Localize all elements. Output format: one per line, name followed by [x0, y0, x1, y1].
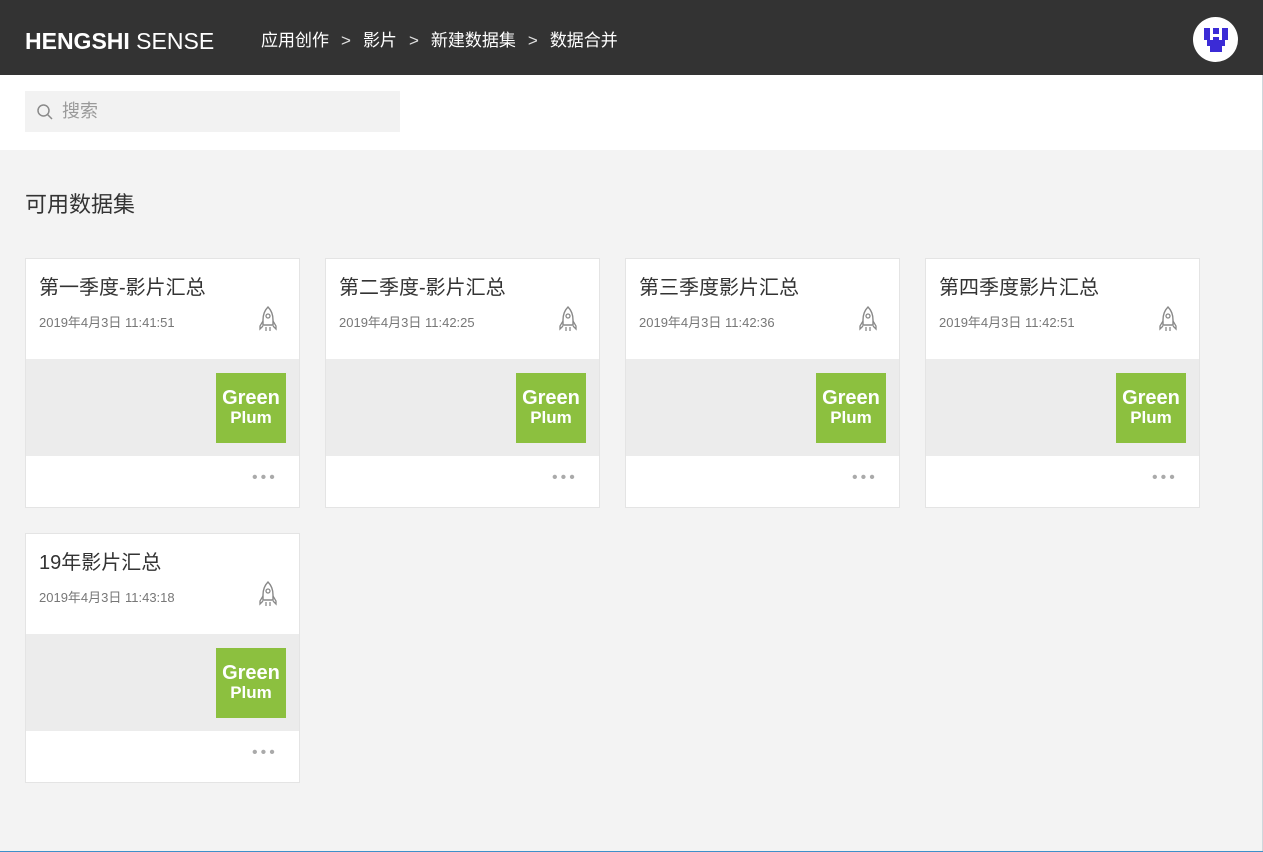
card-title: 第一季度-影片汇总: [39, 277, 206, 299]
more-options-icon[interactable]: •••: [1152, 470, 1184, 486]
breadcrumb: 应用创作 > 影片 > 新建数据集 > 数据合并: [261, 31, 618, 51]
card-header: 第三季度影片汇总 2019年4月3日 11:42:36: [626, 259, 899, 359]
greenplum-logo: Green Plum: [216, 373, 286, 443]
breadcrumb-item-movies[interactable]: 影片: [363, 31, 397, 51]
card-body: Green Plum: [26, 634, 299, 731]
card-title: 第二季度-影片汇总: [339, 277, 506, 299]
card-header: 第四季度影片汇总 2019年4月3日 11:42:51: [926, 259, 1199, 359]
card-title: 第三季度影片汇总: [639, 277, 799, 299]
logo-line2: Plum: [230, 408, 272, 427]
card-body: Green Plum: [26, 359, 299, 456]
more-options-icon[interactable]: •••: [252, 470, 284, 486]
rocket-icon[interactable]: [857, 305, 879, 333]
card-footer: •••: [926, 456, 1199, 507]
dataset-card[interactable]: 第二季度-影片汇总 2019年4月3日 11:42:25 Green Plum …: [325, 258, 600, 508]
more-options-icon[interactable]: •••: [852, 470, 884, 486]
dataset-card[interactable]: 第三季度影片汇总 2019年4月3日 11:42:36 Green Plum •…: [625, 258, 900, 508]
card-footer: •••: [326, 456, 599, 507]
greenplum-logo: Green Plum: [816, 373, 886, 443]
breadcrumb-item-new-dataset[interactable]: 新建数据集: [431, 31, 516, 51]
card-timestamp: 2019年4月3日 11:41:51: [39, 315, 175, 330]
section-title: 可用数据集: [25, 192, 136, 217]
card-body: Green Plum: [326, 359, 599, 456]
user-avatar-icon: [1203, 27, 1228, 52]
card-footer: •••: [26, 456, 299, 507]
user-avatar[interactable]: [1193, 17, 1238, 62]
logo-line1: Green: [522, 387, 580, 409]
breadcrumb-item-data-merge: 数据合并: [549, 31, 618, 50]
search-input[interactable]: [62, 101, 382, 122]
breadcrumb-item-app-create[interactable]: 应用创作: [261, 31, 329, 51]
more-options-icon[interactable]: •••: [552, 470, 584, 486]
card-body: Green Plum: [926, 359, 1199, 456]
card-timestamp: 2019年4月3日 11:42:25: [339, 315, 475, 330]
logo-line1: Green: [222, 662, 280, 684]
logo-line1: Green: [1122, 387, 1180, 409]
card-timestamp: 2019年4月3日 11:42:36: [639, 315, 775, 330]
logo-line1: Green: [222, 387, 280, 409]
more-options-icon[interactable]: •••: [252, 745, 284, 761]
breadcrumb-separator: >: [341, 31, 351, 50]
logo-line2: Plum: [830, 408, 872, 427]
card-footer: •••: [26, 731, 299, 782]
search-bar-area: [0, 75, 1263, 150]
logo-line1: Green: [822, 387, 880, 409]
card-header: 第二季度-影片汇总 2019年4月3日 11:42:25: [326, 259, 599, 359]
dataset-card[interactable]: 19年影片汇总 2019年4月3日 11:43:18 Green Plum ••…: [25, 533, 300, 783]
dataset-card[interactable]: 第一季度-影片汇总 2019年4月3日 11:41:51 Green Plum …: [25, 258, 300, 508]
dataset-card[interactable]: 第四季度影片汇总 2019年4月3日 11:42:51 Green Plum •…: [925, 258, 1200, 508]
card-title: 19年影片汇总: [39, 552, 162, 574]
greenplum-logo: Green Plum: [1116, 373, 1186, 443]
breadcrumb-separator: >: [527, 31, 538, 50]
breadcrumb-separator: >: [408, 31, 419, 50]
card-body: Green Plum: [626, 359, 899, 456]
brand-name-light: SENSE: [129, 28, 215, 54]
rocket-icon[interactable]: [257, 580, 279, 608]
brand-logo[interactable]: HENGSHI SENSE: [25, 28, 214, 54]
logo-line2: Plum: [230, 683, 272, 702]
card-header: 19年影片汇总 2019年4月3日 11:43:18: [26, 534, 299, 634]
card-timestamp: 2019年4月3日 11:43:18: [39, 590, 175, 605]
search-icon: [37, 103, 53, 120]
logo-line2: Plum: [1130, 408, 1172, 427]
card-timestamp: 2019年4月3日 11:42:51: [939, 315, 1075, 330]
greenplum-logo: Green Plum: [516, 373, 586, 443]
logo-line2: Plum: [530, 408, 572, 427]
rocket-icon[interactable]: [557, 305, 579, 333]
rocket-icon[interactable]: [257, 305, 279, 333]
greenplum-logo: Green Plum: [216, 648, 286, 718]
brand-name-bold: HENGSHI: [25, 28, 130, 54]
top-bar: HENGSHI SENSE 应用创作 > 影片 > 新建数据集 > 数据合并: [0, 0, 1263, 75]
card-title: 第四季度影片汇总: [939, 277, 1099, 299]
card-header: 第一季度-影片汇总 2019年4月3日 11:41:51: [26, 259, 299, 359]
card-footer: •••: [626, 456, 899, 507]
search-box[interactable]: [25, 91, 400, 132]
rocket-icon[interactable]: [1157, 305, 1179, 333]
